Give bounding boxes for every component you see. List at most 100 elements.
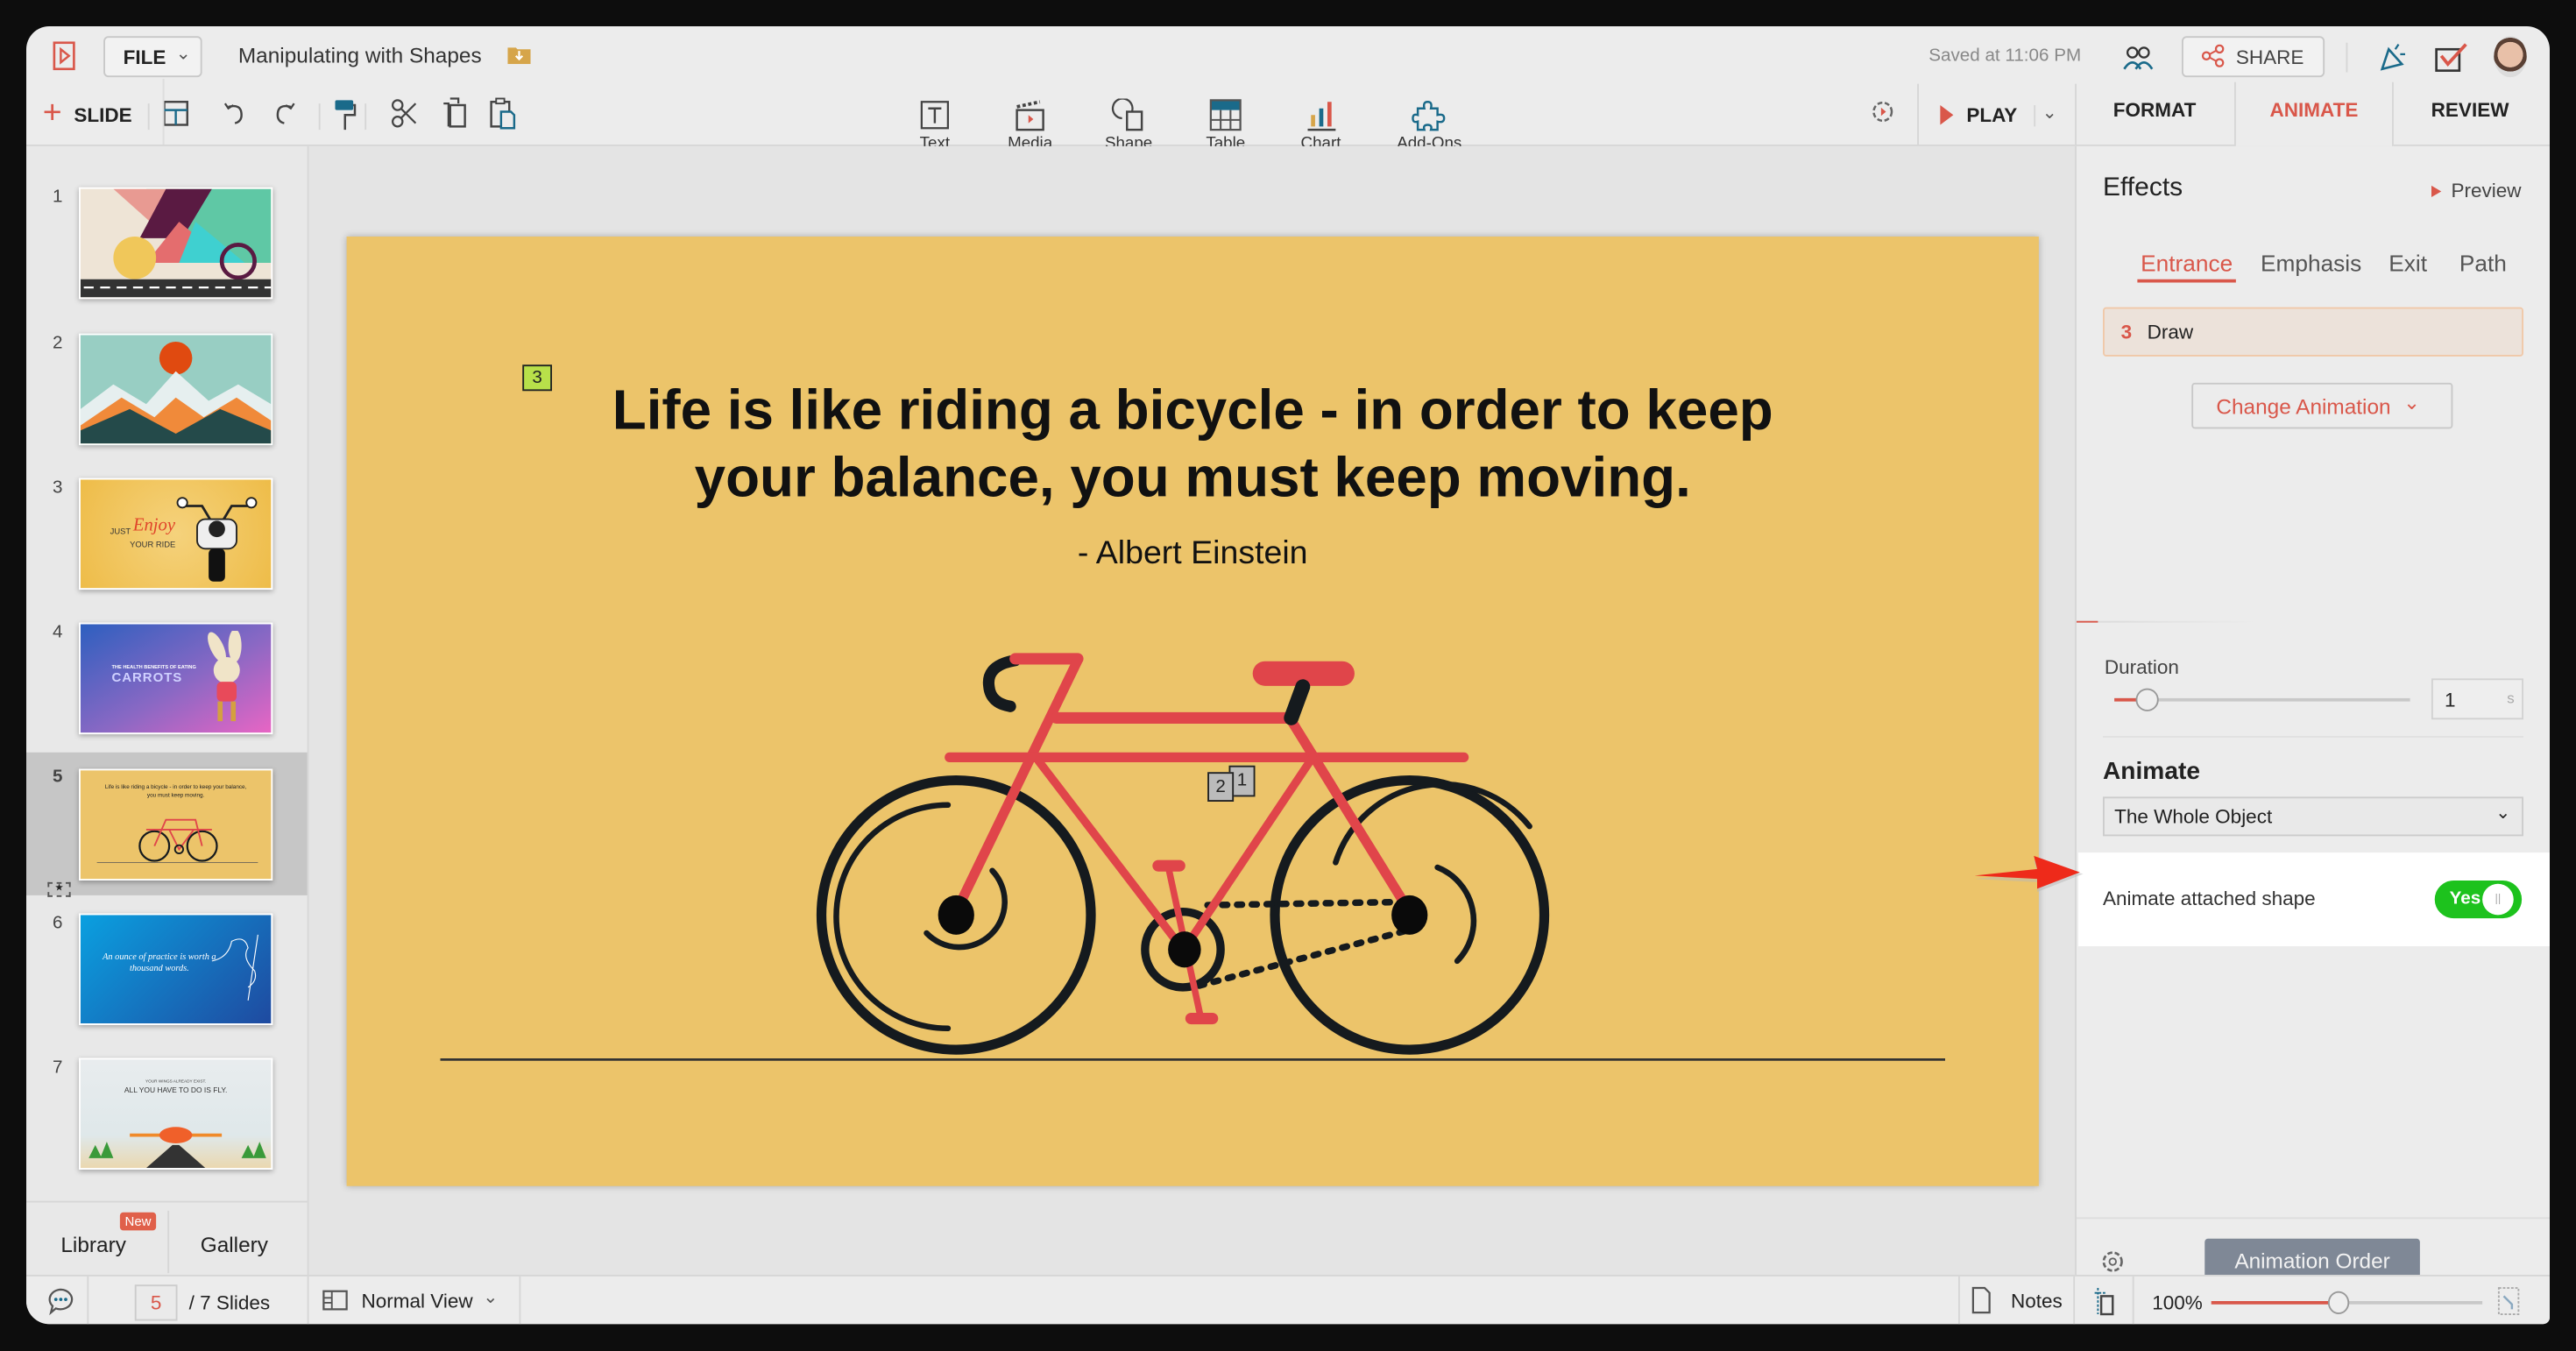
slideshow-settings-icon[interactable] bbox=[1870, 99, 1896, 125]
view-mode-dropdown[interactable]: Normal View ⌄ bbox=[322, 1286, 516, 1316]
slide-4-text: THE HEALTH BENEFITS OF EATING bbox=[111, 663, 196, 671]
zoom-slider[interactable] bbox=[2211, 1291, 2483, 1314]
duration-input[interactable]: 1 s bbox=[2431, 678, 2523, 720]
play-options-chevron-icon[interactable]: ⌄ bbox=[2042, 102, 2057, 124]
fullscreen-icon[interactable] bbox=[2497, 1286, 2520, 1316]
chevron-down-icon: ⌄ bbox=[2495, 803, 2511, 824]
duration-unit: s bbox=[2507, 690, 2515, 707]
tab-format-label: FORMAT bbox=[2112, 98, 2197, 122]
paste-icon[interactable] bbox=[490, 97, 516, 131]
animate-attached-shape-toggle[interactable]: Yes || bbox=[2434, 881, 2523, 919]
undo-icon[interactable] bbox=[223, 99, 246, 125]
slide-number: 4 bbox=[53, 622, 63, 643]
applied-animation-row[interactable]: 3 Draw bbox=[2103, 307, 2523, 357]
effect-tab-path[interactable]: Path bbox=[2459, 250, 2519, 279]
new-badge: New bbox=[119, 1212, 157, 1231]
slide-number: 6 bbox=[53, 913, 63, 934]
cut-icon[interactable] bbox=[391, 99, 417, 129]
feedback-icon[interactable] bbox=[2435, 41, 2471, 74]
insert-shape-button[interactable]: Shape bbox=[1079, 98, 1178, 152]
seat-stay bbox=[1284, 712, 1415, 917]
animate-select[interactable]: The Whole Object ⌄ bbox=[2103, 796, 2523, 837]
status-bar: 5 / 7 Slides Normal View ⌄ Notes 100% bbox=[26, 1275, 2550, 1325]
animate-panel: Effects Preview Entrance Emphasis Exit P… bbox=[2075, 145, 2550, 1282]
notes-button[interactable]: Notes bbox=[1971, 1284, 2070, 1318]
user-avatar[interactable] bbox=[2494, 36, 2527, 78]
text-box-icon bbox=[920, 101, 949, 130]
effect-tab-entrance[interactable]: Entrance bbox=[2137, 250, 2236, 283]
document-title[interactable]: Manipulating with Shapes bbox=[238, 43, 482, 67]
insert-media-button[interactable]: Media bbox=[980, 99, 1079, 152]
plus-icon: + bbox=[42, 95, 62, 131]
insert-chart-button[interactable]: Chart bbox=[1271, 99, 1370, 152]
redo-icon[interactable] bbox=[272, 99, 295, 125]
current-slide-input[interactable]: 5 bbox=[134, 1284, 178, 1321]
slide-thumbnail-3[interactable]: JUST Enjoy YOUR RIDE bbox=[79, 477, 273, 591]
animation-name: Draw bbox=[2147, 320, 2194, 343]
slide-canvas[interactable]: Life is like riding a bicycle - in order… bbox=[346, 237, 2039, 1186]
tab-animate[interactable]: ANIMATE bbox=[2234, 81, 2394, 146]
play-button[interactable]: PLAY bbox=[1932, 100, 2031, 130]
tab-review[interactable]: REVIEW bbox=[2390, 82, 2550, 145]
settings-gear-icon[interactable] bbox=[2099, 1248, 2126, 1275]
slide-thumbnail-1[interactable] bbox=[79, 187, 273, 300]
puzzle-icon bbox=[1412, 101, 1446, 131]
shape-badge-2[interactable]: 2 bbox=[1207, 772, 1235, 802]
play-icon bbox=[2431, 185, 2442, 197]
format-painter-icon[interactable] bbox=[334, 99, 357, 132]
collaborators-icon[interactable] bbox=[2120, 43, 2159, 73]
share-button[interactable]: SHARE bbox=[2182, 36, 2325, 78]
handlebar-drop bbox=[982, 654, 1022, 712]
notes-label: Notes bbox=[2011, 1289, 2063, 1313]
duration-slider-knob[interactable] bbox=[2135, 688, 2159, 711]
add-ons-button[interactable]: Add-Ons bbox=[1380, 99, 1479, 152]
library-button[interactable]: New Library bbox=[26, 1203, 167, 1276]
insert-table-button[interactable]: Table bbox=[1177, 99, 1276, 152]
chat-icon[interactable] bbox=[46, 1286, 76, 1316]
slide-number: 7 bbox=[53, 1057, 63, 1079]
gallery-button[interactable]: Gallery bbox=[169, 1203, 308, 1276]
effect-tab-emphasis[interactable]: Emphasis bbox=[2261, 250, 2366, 279]
duration-slider[interactable] bbox=[2114, 688, 2410, 711]
zoom-slider-knob[interactable] bbox=[2327, 1291, 2350, 1314]
slide-thumbnail-6[interactable]: An ounce of practice is worth a thousand… bbox=[79, 913, 273, 1025]
change-animation-button[interactable]: Change Animation ⌄ bbox=[2191, 382, 2453, 429]
change-animation-label: Change Animation bbox=[2216, 394, 2391, 420]
animate-select-value: The Whole Object bbox=[2114, 804, 2273, 828]
library-label: Library bbox=[60, 1232, 126, 1257]
bicycle-illustration[interactable] bbox=[347, 237, 2039, 1186]
tab-format[interactable]: FORMAT bbox=[2075, 82, 2234, 145]
effect-tab-exit[interactable]: Exit bbox=[2388, 250, 2438, 279]
seat-post bbox=[1284, 679, 1311, 725]
animation-order-label: Animation Order bbox=[2234, 1248, 2390, 1274]
slide-6-text: An ounce of practice is worth a thousand… bbox=[103, 952, 216, 974]
progress-indicator bbox=[2077, 620, 2098, 623]
layout-icon[interactable] bbox=[163, 100, 189, 126]
insert-text-button[interactable]: Text bbox=[886, 99, 985, 152]
chevron-down-icon: ⌄ bbox=[2403, 391, 2420, 414]
animation-order-number: 3 bbox=[2120, 320, 2133, 343]
slide-3-text: Enjoy bbox=[132, 515, 176, 536]
animate-title: Animate bbox=[2103, 757, 2200, 786]
slide-3-text: JUST bbox=[110, 527, 131, 538]
preview-button[interactable]: Preview bbox=[2430, 179, 2529, 202]
table-icon bbox=[1209, 99, 1242, 131]
animate-attached-shape-label: Animate attached shape bbox=[2103, 887, 2316, 910]
slide-number: 5 bbox=[53, 767, 63, 788]
duration-label: Duration bbox=[2104, 655, 2179, 679]
announcement-icon[interactable] bbox=[2375, 41, 2409, 74]
slide-thumbnail-5[interactable]: Life is like riding a bicycle - in order… bbox=[79, 768, 273, 881]
chevron-down-icon: ⌄ bbox=[483, 1288, 499, 1308]
slide-thumbnail-2[interactable] bbox=[79, 333, 273, 446]
copy-icon[interactable] bbox=[442, 97, 468, 131]
duration-value: 1 bbox=[2445, 688, 2456, 711]
folder-icon[interactable] bbox=[507, 45, 531, 65]
slide-thumbnail-4[interactable]: THE HEALTH BENEFITS OF EATING CARROTS bbox=[79, 622, 273, 735]
add-slide-button[interactable]: + SLIDE bbox=[43, 95, 135, 131]
chain bbox=[1196, 898, 1413, 989]
fit-to-screen-icon[interactable] bbox=[2093, 1286, 2120, 1316]
file-menu-button[interactable]: FILE ⌄ bbox=[103, 36, 202, 78]
slide-number: 3 bbox=[53, 477, 63, 499]
slide-thumbnail-7[interactable]: YOUR WINGS ALREADY EXIST. ALL YOU HAVE T… bbox=[79, 1057, 273, 1170]
preview-label: Preview bbox=[2451, 179, 2522, 202]
